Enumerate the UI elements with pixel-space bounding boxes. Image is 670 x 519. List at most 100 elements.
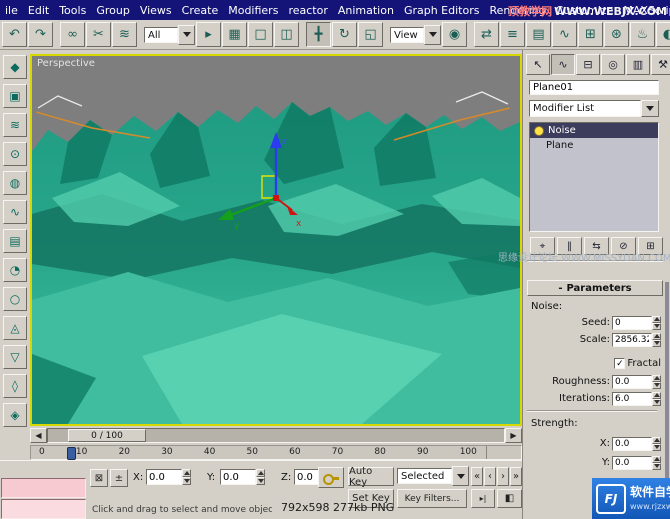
strength-x-spinner[interactable]: [652, 437, 661, 451]
chevron-down-icon[interactable]: [178, 25, 195, 45]
go-to-start-icon[interactable]: «: [471, 467, 483, 486]
tab-utilities[interactable]: ⚒: [651, 54, 670, 75]
select-and-rotate-icon[interactable]: ↻: [332, 22, 357, 47]
strength-x-field[interactable]: [612, 437, 661, 451]
quick-render-icon[interactable]: ◐: [656, 22, 670, 47]
lock-selection-icon[interactable]: ⊠: [90, 469, 108, 487]
use-center-icon[interactable]: ◉: [442, 22, 467, 47]
tab-modify[interactable]: ∿: [551, 54, 575, 75]
menu-item-views[interactable]: Views: [135, 4, 177, 17]
roughness-field[interactable]: [612, 375, 661, 389]
y-spinner[interactable]: [256, 469, 265, 485]
menu-item-file[interactable]: ile: [0, 4, 23, 17]
menu-item-modifiers[interactable]: Modifiers: [223, 4, 283, 17]
select-and-scale-icon[interactable]: ◱: [358, 22, 383, 47]
y-coordinate-input[interactable]: [221, 471, 255, 485]
curve-editor-icon[interactable]: ∿: [552, 22, 577, 47]
scale-input[interactable]: [613, 334, 651, 346]
crossing-selection-icon[interactable]: ◫: [274, 22, 299, 47]
perspective-viewport[interactable]: Perspective: [30, 54, 522, 426]
reactor-icon-4[interactable]: ⊙: [3, 142, 27, 166]
menu-item-group[interactable]: Group: [91, 4, 135, 17]
select-by-name-icon[interactable]: ▦: [222, 22, 247, 47]
reactor-icon-1[interactable]: ◆: [3, 55, 27, 79]
rectangular-region-icon[interactable]: □: [248, 22, 273, 47]
reactor-icon-12[interactable]: ◊: [3, 374, 27, 398]
select-object-icon[interactable]: ▸: [196, 22, 221, 47]
iterations-input[interactable]: [613, 393, 651, 405]
render-setup-icon[interactable]: ♨: [630, 22, 655, 47]
menu-item-graph-editors[interactable]: Graph Editors: [399, 4, 485, 17]
maxscript-mini-listener[interactable]: [1, 478, 86, 518]
roughness-input[interactable]: [613, 376, 651, 388]
select-and-move-icon[interactable]: ╋: [306, 22, 331, 47]
undo-icon[interactable]: ↶: [2, 22, 27, 47]
strength-y-spinner[interactable]: [652, 456, 661, 470]
previous-frame-icon[interactable]: ‹: [484, 467, 496, 486]
reactor-icon-5[interactable]: ◍: [3, 171, 27, 195]
x-spinner[interactable]: [182, 469, 191, 485]
key-mode-toggle-icon[interactable]: ◧: [497, 489, 522, 508]
strength-y-input[interactable]: [613, 457, 651, 469]
go-to-end-icon[interactable]: »: [510, 467, 522, 486]
object-name-input[interactable]: [529, 80, 659, 95]
unlink-selection-icon[interactable]: ✂: [86, 22, 111, 47]
strength-x-input[interactable]: [613, 438, 651, 450]
iterations-spinner[interactable]: [652, 392, 661, 406]
scale-field[interactable]: [612, 333, 661, 347]
menu-item-edit[interactable]: Edit: [23, 4, 54, 17]
redo-icon[interactable]: ↷: [28, 22, 53, 47]
x-coordinate-input[interactable]: [147, 471, 181, 485]
align-icon[interactable]: ≡: [500, 22, 525, 47]
tab-display[interactable]: ▥: [626, 54, 650, 75]
mirror-icon[interactable]: ⇄: [474, 22, 499, 47]
roughness-spinner[interactable]: [652, 375, 661, 389]
key-filters-button[interactable]: Key Filters...: [397, 489, 467, 508]
time-slider-track[interactable]: 0 / 100: [47, 428, 505, 443]
reference-coordinate-dropdown[interactable]: View: [390, 26, 441, 44]
fractal-checkbox[interactable]: ✓: [614, 358, 625, 369]
tab-motion[interactable]: ◎: [601, 54, 625, 75]
seed-input[interactable]: [613, 317, 651, 329]
auto-key-button[interactable]: Auto Key: [348, 467, 394, 486]
modifier-stack-item-noise[interactable]: Noise: [530, 123, 658, 138]
y-coordinate-field[interactable]: [220, 469, 265, 485]
chevron-down-icon[interactable]: [641, 100, 659, 117]
menu-item-animation[interactable]: Animation: [333, 4, 399, 17]
bind-to-spacewarp-icon[interactable]: ≋: [112, 22, 137, 47]
layers-icon[interactable]: ▤: [526, 22, 551, 47]
tab-create[interactable]: ↖: [526, 54, 550, 75]
scale-spinner[interactable]: [652, 333, 661, 347]
reactor-icon-3[interactable]: ≋: [3, 113, 27, 137]
viewport-canvas[interactable]: z y x: [32, 56, 520, 424]
seed-field[interactable]: [612, 316, 661, 330]
time-slider-left-icon[interactable]: ◀: [30, 428, 47, 443]
time-slider-right-icon[interactable]: ▶: [505, 428, 522, 443]
reactor-icon-11[interactable]: ▽: [3, 345, 27, 369]
chevron-down-icon[interactable]: [452, 466, 469, 486]
gizmo-center[interactable]: [273, 195, 279, 201]
selection-filter-dropdown[interactable]: All: [144, 26, 195, 44]
material-editor-icon[interactable]: ⊛: [604, 22, 629, 47]
track-bar[interactable]: 0 10 20 30 40 50 60 70 80 90 100: [30, 445, 522, 460]
time-slider-thumb[interactable]: 0 / 100: [68, 429, 146, 442]
absolute-offset-toggle-icon[interactable]: ±: [110, 469, 128, 487]
listener-row[interactable]: [1, 478, 86, 498]
reactor-icon-13[interactable]: ◈: [3, 403, 27, 427]
reactor-icon-7[interactable]: ▤: [3, 229, 27, 253]
menu-item-tools[interactable]: Tools: [54, 4, 91, 17]
schematic-view-icon[interactable]: ⊞: [578, 22, 603, 47]
menu-item-create[interactable]: Create: [177, 4, 224, 17]
menu-item-reactor[interactable]: reactor: [283, 4, 332, 17]
play-animation-icon[interactable]: ▸|: [471, 489, 495, 508]
next-frame-icon[interactable]: ›: [497, 467, 509, 486]
parameters-rollout-header[interactable]: - Parameters: [527, 280, 663, 296]
strength-y-field[interactable]: [612, 456, 661, 470]
reactor-icon-2[interactable]: ▣: [3, 84, 27, 108]
key-filter-set-dropdown[interactable]: Selected: [397, 467, 469, 485]
track-bar-frame-marker[interactable]: [67, 447, 76, 460]
modifier-list-dropdown[interactable]: Modifier List: [529, 100, 659, 117]
listener-row[interactable]: [1, 499, 86, 519]
lightbulb-icon[interactable]: [534, 126, 544, 136]
tab-hierarchy[interactable]: ⊟: [576, 54, 600, 75]
